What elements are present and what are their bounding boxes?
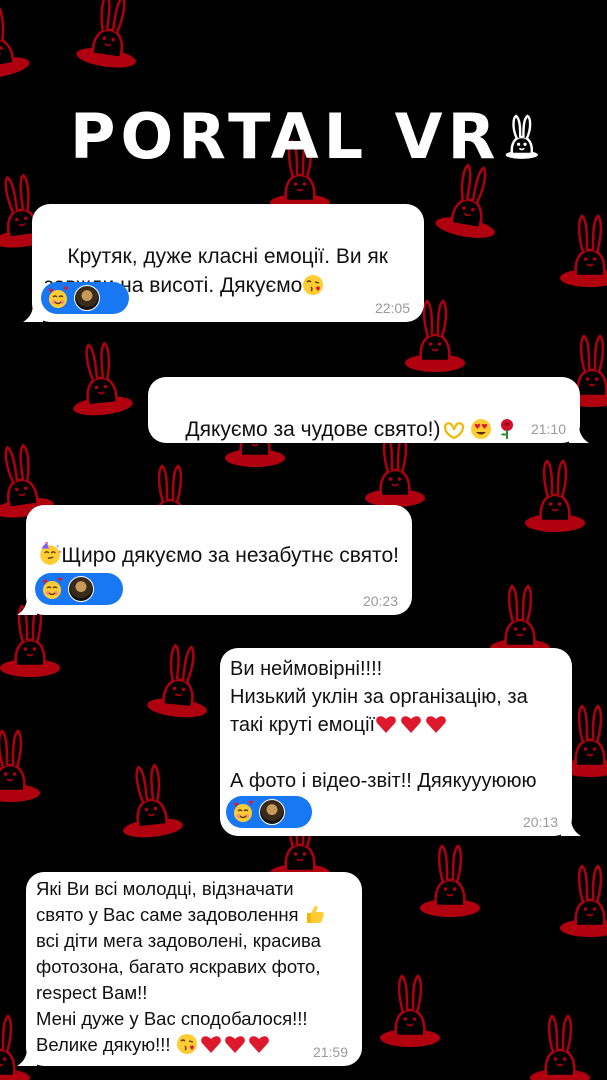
message-time: 20:13 <box>522 814 558 830</box>
user-avatar <box>74 285 100 311</box>
red-heart-icon <box>248 1036 269 1053</box>
partying-face-icon <box>40 542 61 565</box>
red-heart-icon <box>376 716 396 733</box>
message-bubble-3: Щиро дякуємо за незабутнє свято! 20:23 <box>17 505 412 615</box>
message-text: Які Ви всі молодці, відзначати свято у В… <box>36 876 354 1058</box>
red-heart-icon <box>200 1036 221 1053</box>
heart-eyes-icon <box>471 419 492 439</box>
message-text: Щиро дякуємо за незабутнє свято! <box>61 544 399 567</box>
red-heart-icon <box>401 716 421 733</box>
message-reactions[interactable] <box>35 573 123 605</box>
portal-vr-logo: PORTAL VR <box>70 105 540 169</box>
red-heart-icon <box>224 1036 245 1053</box>
message-bubble-1: Крутяк, дуже класні емоції. Ви як завжди… <box>23 204 424 322</box>
message-time: 22:05 <box>374 300 410 316</box>
message-text: Дякуємо за чудове свято!) <box>185 418 441 441</box>
kissing-face-icon <box>303 275 324 295</box>
kissing-face-icon <box>176 1034 197 1054</box>
smiling-face-with-hearts-icon <box>39 576 65 602</box>
smiling-face-with-hearts-icon <box>230 799 256 825</box>
rose-icon <box>501 419 514 439</box>
thumbs-up-icon <box>306 905 324 923</box>
bunny-icon <box>506 114 539 159</box>
message-time: 21:10 <box>530 421 566 437</box>
user-avatar <box>68 576 94 602</box>
message-bubble-5: Які Ви всі молодці, відзначати свято у В… <box>17 872 362 1066</box>
message-time: 21:59 <box>312 1044 348 1060</box>
user-avatar <box>259 799 285 825</box>
message-time: 20:23 <box>362 593 398 609</box>
message-reactions[interactable] <box>41 282 129 314</box>
message-bubble-4: Ви неймовірні!!!! Низький уклін за орган… <box>220 648 581 836</box>
logo-text: PORTAL VR <box>70 100 501 173</box>
red-heart-icon <box>426 716 446 733</box>
message-bubble-2: Дякуємо за чудове свято!) 21:10 <box>148 377 589 443</box>
heart-hands-icon <box>444 422 465 440</box>
message-reactions[interactable] <box>226 796 312 828</box>
message-text: Ви неймовірні!!!! Низький уклін за орган… <box>230 658 537 792</box>
smiling-face-with-hearts-icon <box>45 285 71 311</box>
